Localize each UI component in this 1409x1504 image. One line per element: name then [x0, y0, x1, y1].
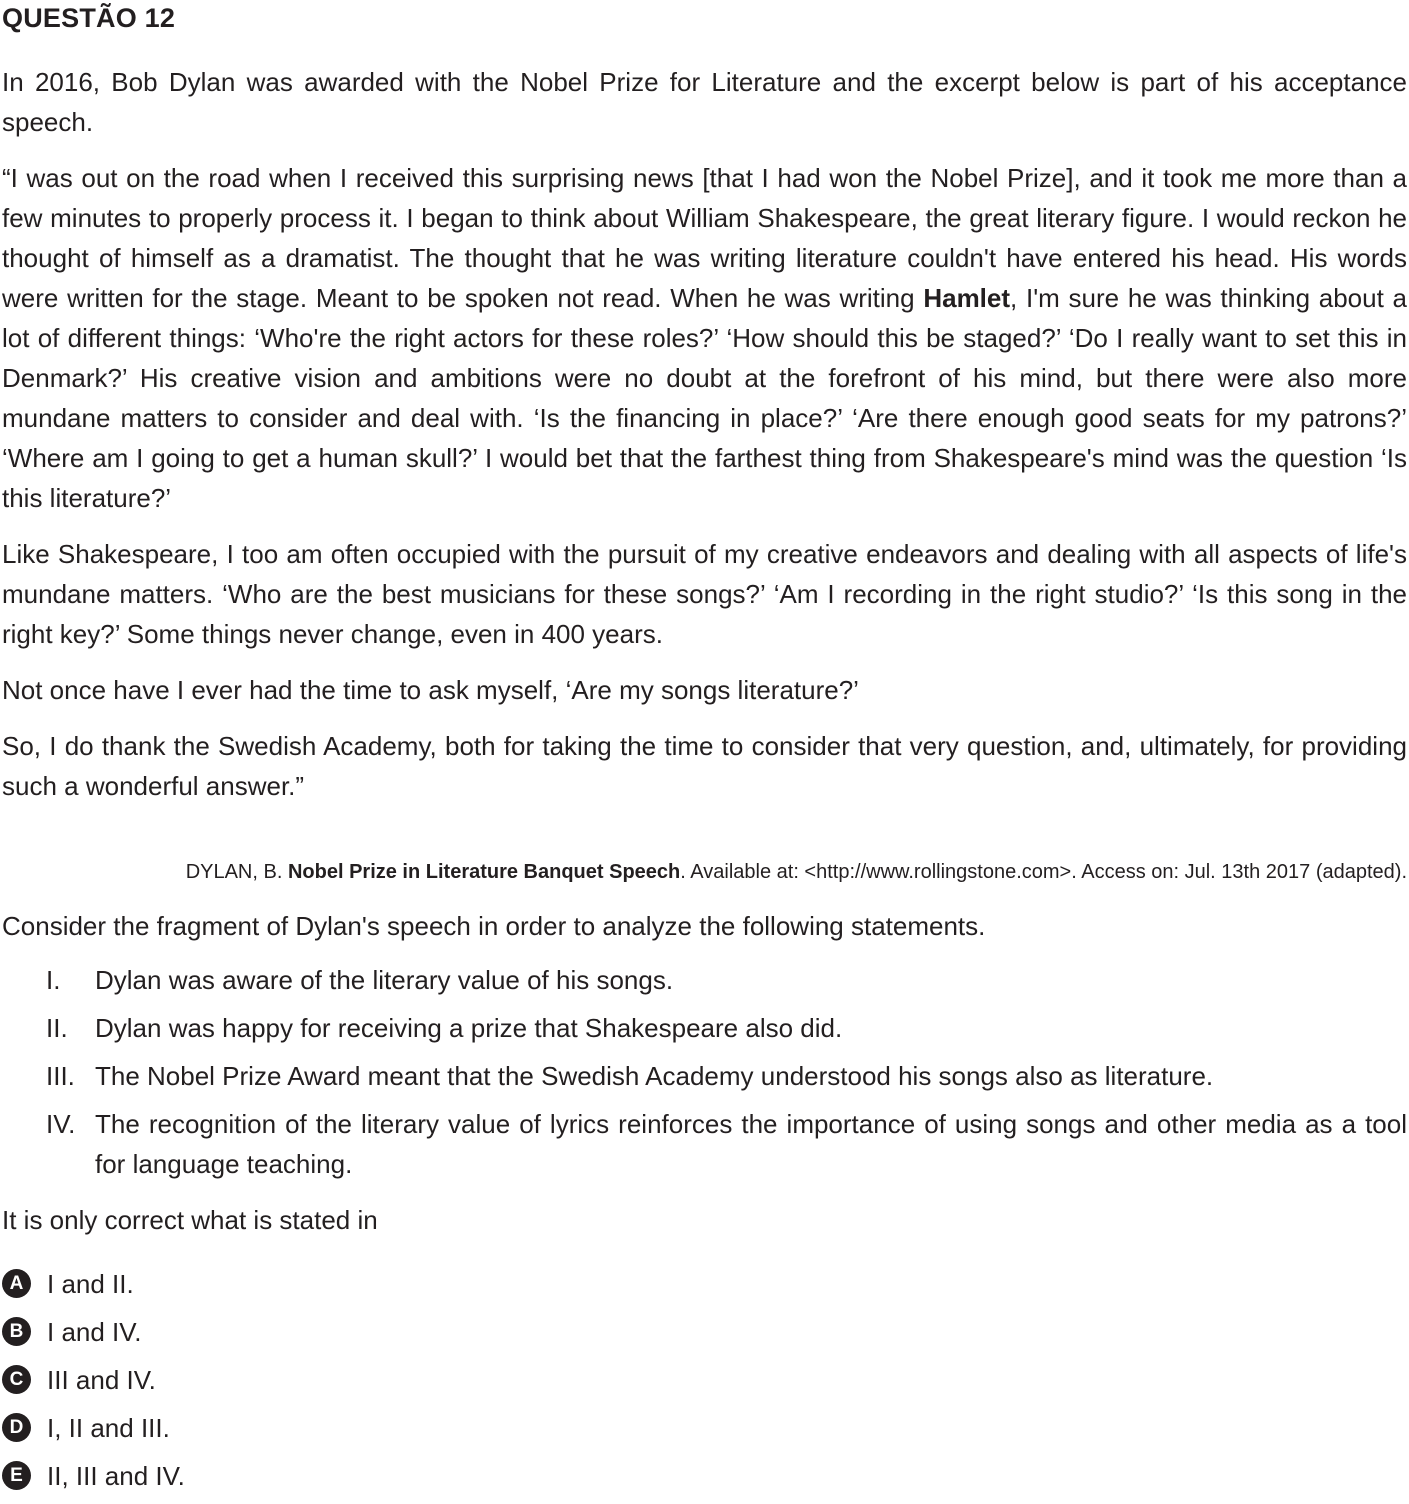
citation-author: DYLAN, B. — [185, 861, 288, 883]
excerpt-paragraph-4: So, I do thank the Swedish Academy, both… — [2, 731, 1407, 801]
excerpt-p1-end: , I'm sure he was thinking about a lot o… — [2, 283, 1407, 513]
answer-lead: It is only correct what is stated in — [2, 1205, 378, 1235]
statement-text: Dylan was happy for receiving a prize th… — [95, 1013, 843, 1043]
option-text: II, III and IV. — [47, 1461, 185, 1491]
option-text: I and IV. — [47, 1317, 142, 1347]
option-letter-badge: C — [2, 1365, 31, 1394]
option-e[interactable]: E II, III and IV. — [0, 1456, 185, 1504]
citation-details: . Available at: <http://www.rollingstone… — [680, 861, 1407, 883]
statement-text: The recognition of the literary value of… — [95, 1109, 1407, 1179]
statement-item: IV. The recognition of the literary valu… — [0, 1104, 1409, 1184]
option-text: III and IV. — [47, 1365, 156, 1395]
option-letter-badge: B — [2, 1317, 31, 1346]
statements-list: I. Dylan was aware of the literary value… — [0, 960, 1409, 1192]
excerpt-paragraph-2: Like Shakespeare, I too am often occupie… — [2, 539, 1407, 649]
statement-text: The Nobel Prize Award meant that the Swe… — [95, 1061, 1214, 1091]
statement-number: III. — [46, 1061, 75, 1091]
statement-item: III. The Nobel Prize Award meant that th… — [0, 1056, 1409, 1096]
statement-number: IV. — [46, 1109, 76, 1139]
citation-title: Nobel Prize in Literature Banquet Speech — [287, 861, 681, 883]
option-c[interactable]: C III and IV. — [0, 1360, 185, 1408]
option-b[interactable]: B I and IV. — [0, 1312, 185, 1360]
option-text: I, II and III. — [47, 1413, 170, 1443]
excerpt-paragraph-3: Not once have I ever had the time to ask… — [2, 675, 859, 705]
question-page: QUESTÃO 12 In 2016, Bob Dylan was awarde… — [0, 0, 1409, 1491]
option-d[interactable]: D I, II and III. — [0, 1408, 185, 1456]
answer-options: A I and II. B I and IV. C III and IV. D … — [0, 1264, 185, 1504]
statement-number: II. — [46, 1013, 68, 1043]
option-text: I and II. — [47, 1269, 134, 1299]
statement-number: I. — [46, 965, 61, 995]
statement-text: Dylan was aware of the literary value of… — [95, 965, 674, 995]
option-a[interactable]: A I and II. — [0, 1264, 185, 1312]
excerpt-hamlet-bold: Hamlet — [923, 283, 1011, 313]
option-letter-badge: D — [2, 1413, 31, 1442]
option-letter-badge: E — [2, 1461, 31, 1490]
statement-item: II. Dylan was happy for receiving a priz… — [0, 1008, 1409, 1048]
intro-text: In 2016, Bob Dylan was awarded with the … — [2, 67, 1407, 137]
source-citation: DYLAN, B. Nobel Prize in Literature Banq… — [186, 858, 1407, 886]
statement-item: I. Dylan was aware of the literary value… — [0, 960, 1409, 1000]
question-heading: QUESTÃO 12 — [2, 3, 176, 33]
excerpt-paragraph-1: “I was out on the road when I received t… — [2, 158, 1407, 518]
statements-prompt: Consider the fragment of Dylan's speech … — [2, 911, 986, 941]
speech-excerpt: “I was out on the road when I received t… — [2, 158, 1407, 822]
option-letter-badge: A — [2, 1269, 31, 1298]
